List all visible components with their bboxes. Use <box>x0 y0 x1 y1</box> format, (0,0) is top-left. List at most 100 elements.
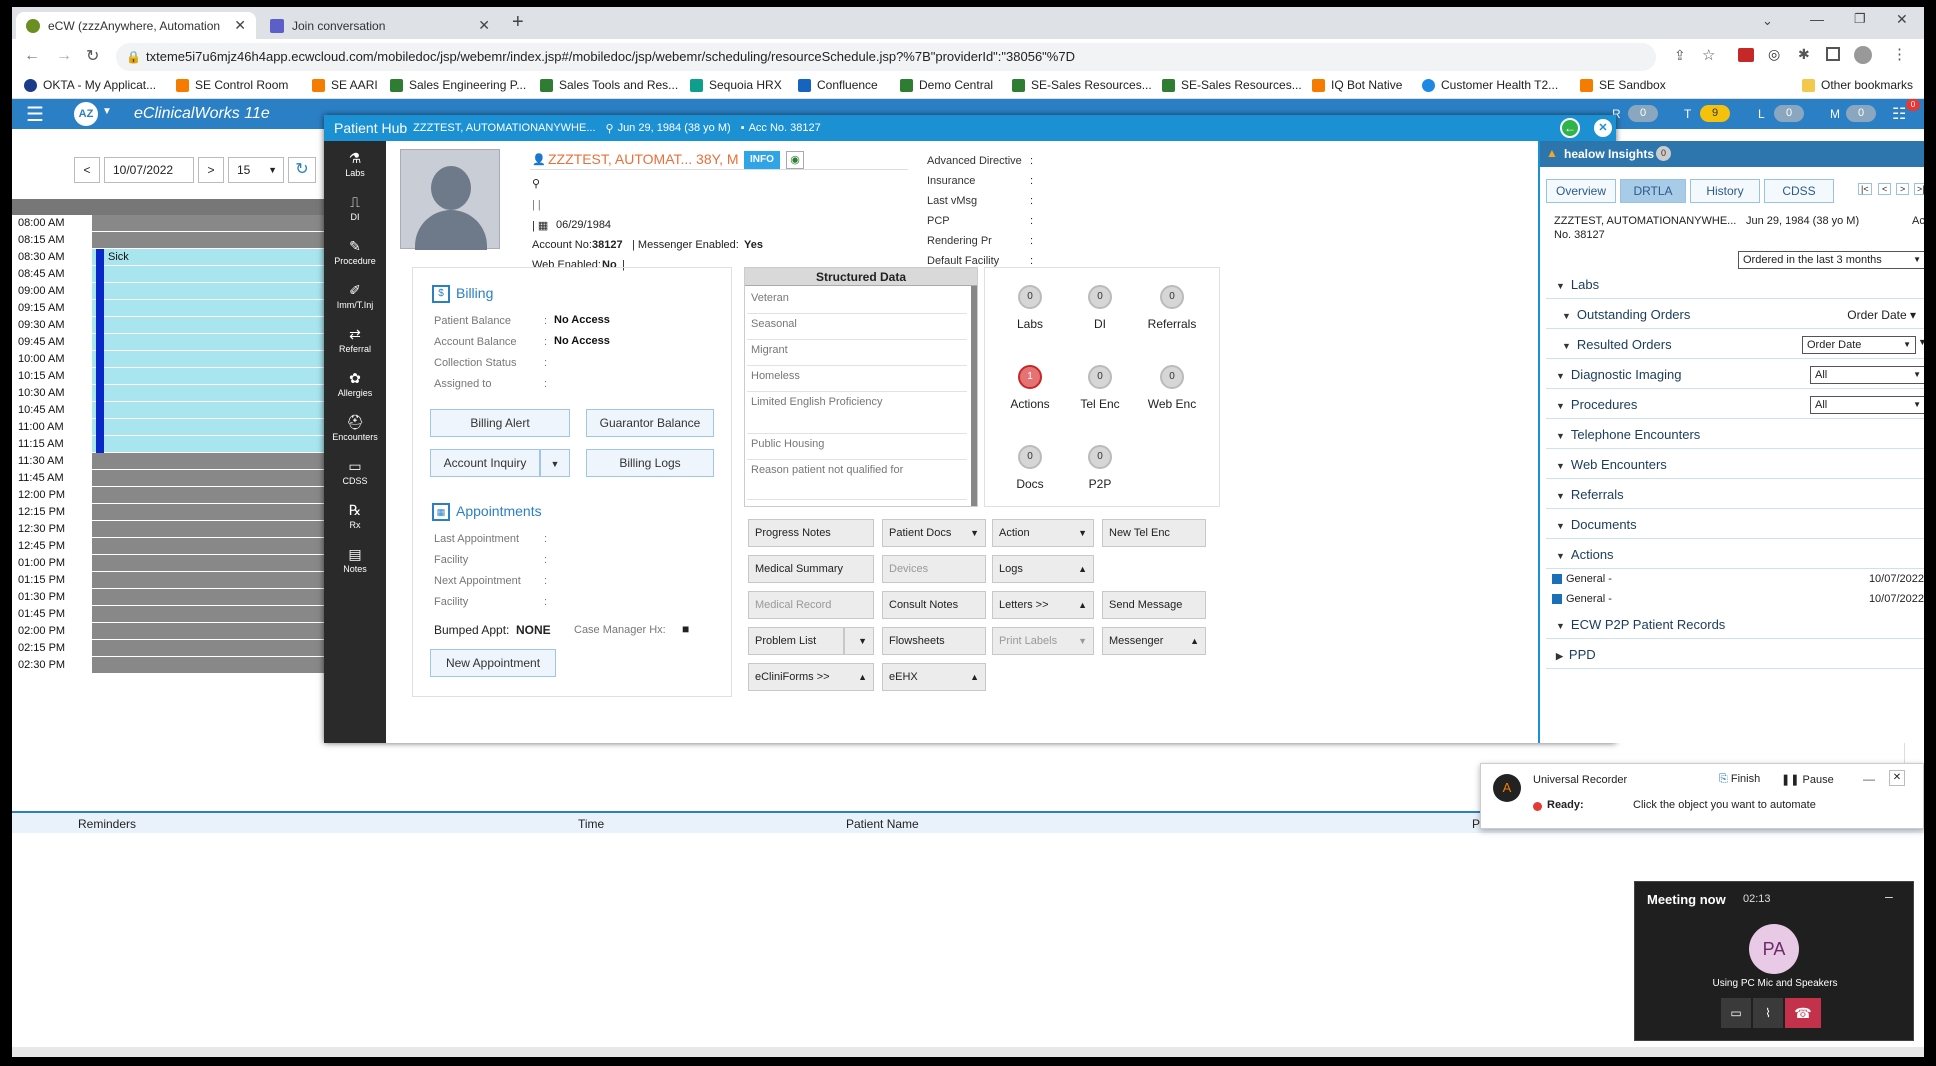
bookmark-iq-bot[interactable]: IQ Bot Native <box>1312 78 1402 92</box>
camera-off-icon[interactable]: ▭ <box>1721 998 1751 1028</box>
counter-labs-badge[interactable]: 0 <box>1018 285 1042 309</box>
interval-select[interactable]: 15 ▼ <box>228 157 284 183</box>
structured-data-item[interactable]: Reason patient not qualified for <box>747 460 967 500</box>
section-p2p-records[interactable]: ▼ ECW P2P Patient Records <box>1546 611 1924 639</box>
url-field[interactable]: 🔒 txteme5i7u6mjz46h4app.ecwcloud.com/mob… <box>116 43 1656 71</box>
ecliniforms-button[interactable]: eCliniForms >> ▲ <box>748 663 874 691</box>
chevron-down-icon[interactable]: ▼ <box>102 106 112 117</box>
bookmark-other[interactable]: Other bookmarks <box>1802 78 1913 92</box>
hamburger-menu-icon[interactable]: ☰ <box>26 102 44 127</box>
prev-page-icon[interactable]: < <box>1878 183 1892 195</box>
close-window-icon[interactable]: ✕ <box>1896 11 1908 28</box>
bookmark-sequoia[interactable]: Sequoia HRX <box>690 78 782 92</box>
bookmark-se-control-room[interactable]: SE Control Room <box>176 78 288 92</box>
info-badge[interactable]: INFO <box>744 151 780 169</box>
diag-filter-select[interactable]: All ▼ <box>1810 366 1924 384</box>
billing-logs-button[interactable]: Billing Logs <box>586 449 714 477</box>
next-page-icon[interactable]: > <box>1896 183 1910 195</box>
badge-t-count[interactable]: 9 <box>1700 105 1730 122</box>
mic-off-icon[interactable]: ⌇ <box>1753 998 1783 1028</box>
counter-label[interactable]: P2P <box>1060 477 1140 491</box>
bookmark-se-sandbox[interactable]: SE Sandbox <box>1580 78 1666 92</box>
medical-summary-button[interactable]: Medical Summary <box>748 555 874 583</box>
extension-icon[interactable]: ◎ <box>1768 46 1780 63</box>
counter-label[interactable]: Referrals <box>1132 317 1212 331</box>
bookmark-confluence[interactable]: Confluence <box>798 78 878 92</box>
refresh-icon[interactable]: ↻ <box>288 157 316 183</box>
letters-button[interactable]: Letters >> ▲ <box>992 591 1094 619</box>
counter-label[interactable]: Web Enc <box>1132 397 1212 411</box>
appointment-block[interactable]: Sick <box>96 249 336 453</box>
first-page-icon[interactable]: |< <box>1858 183 1872 195</box>
forward-icon[interactable]: → <box>56 47 72 65</box>
counter-tel-enc-badge[interactable]: 0 <box>1088 365 1112 389</box>
minimize-icon[interactable]: — <box>1863 772 1875 786</box>
flowsheets-button[interactable]: Flowsheets <box>882 627 986 655</box>
guarantor-balance-button[interactable]: Guarantor Balance <box>586 409 714 437</box>
structured-data-item[interactable]: Limited English Proficiency <box>747 392 967 434</box>
minimize-icon[interactable]: – <box>1885 888 1893 904</box>
section-referrals[interactable]: ▼ Referrals <box>1546 481 1924 509</box>
extensions-puzzle-icon[interactable]: ✱ <box>1798 46 1810 63</box>
close-tab-icon[interactable]: ✕ <box>478 17 490 34</box>
print-labels-button[interactable]: Print Labels ▼ <box>992 627 1094 655</box>
sidebar-item-immtinj[interactable]: ✐ Imm/T.Inj <box>324 279 386 321</box>
problem-list-dropdown[interactable]: ▼ <box>844 627 874 655</box>
logs-button[interactable]: Logs ▲ <box>992 555 1094 583</box>
bookmark-customer-health[interactable]: Customer Health T2... <box>1422 78 1558 92</box>
proc-filter-select[interactable]: All ▼ <box>1810 396 1924 414</box>
close-icon[interactable]: ✕ <box>1594 119 1612 137</box>
structured-data-item[interactable]: Veteran <box>747 288 967 314</box>
action-item[interactable]: General - 10/07/2022 <box>1552 573 1924 591</box>
last-page-icon[interactable]: >| <box>1914 183 1924 195</box>
counter-label[interactable]: Docs <box>990 477 1070 491</box>
minimize-window-icon[interactable]: — <box>1810 11 1824 27</box>
folder-icon[interactable]: ■ <box>682 622 689 636</box>
menu-list-icon[interactable]: ☷ <box>1892 104 1906 124</box>
structured-data-item[interactable]: Seasonal <box>747 314 967 340</box>
next-date-button[interactable]: > <box>198 157 224 183</box>
schedule-date-field[interactable]: 10/07/2022 <box>104 157 194 183</box>
new-tel-enc-button[interactable]: New Tel Enc <box>1102 519 1206 547</box>
eehx-button[interactable]: eEHX ▲ <box>882 663 986 691</box>
col-reminders[interactable]: Reminders <box>78 817 136 831</box>
tab-drtla[interactable]: DRTLA <box>1620 179 1686 203</box>
sidebar-item-allergies[interactable]: ✿ Allergies <box>324 367 386 409</box>
outstanding-sort[interactable]: Order Date ▾ <box>1847 301 1916 329</box>
devices-button[interactable]: Devices <box>882 555 986 583</box>
new-tab-icon[interactable]: + <box>512 11 524 34</box>
section-labs[interactable]: ▼ Labs <box>1546 271 1924 299</box>
counter-p2p-badge[interactable]: 0 <box>1088 445 1112 469</box>
bookmark-se-sales-resources-1[interactable]: SE-Sales Resources... <box>1012 78 1152 92</box>
section-web-encounters[interactable]: ▼ Web Encounters <box>1546 451 1924 479</box>
side-panel-icon[interactable] <box>1826 47 1840 61</box>
back-icon[interactable]: ← <box>24 47 40 65</box>
reload-icon[interactable]: ↻ <box>86 46 99 66</box>
badge-r-count[interactable]: 0 <box>1628 105 1658 122</box>
messenger-button[interactable]: Messenger ▲ <box>1102 627 1206 655</box>
finish-button[interactable]: ⎘ Finish <box>1719 773 1760 786</box>
sidebar-item-encounters[interactable]: ⛑ Encounters <box>324 411 386 453</box>
section-ppd[interactable]: ▶ PPD <box>1546 641 1924 669</box>
close-icon[interactable]: ✕ <box>1889 770 1905 786</box>
counter-web-enc-badge[interactable]: 0 <box>1160 365 1184 389</box>
hang-up-icon[interactable]: ☎ <box>1785 998 1821 1028</box>
counter-di-badge[interactable]: 0 <box>1088 285 1112 309</box>
badge-l-count[interactable]: 0 <box>1774 105 1804 122</box>
sidebar-item-di[interactable]: ⎍ DI <box>324 191 386 233</box>
counter-referrals-badge[interactable]: 0 <box>1160 285 1184 309</box>
browser-tab-join[interactable]: Join conversation ✕ <box>260 12 500 39</box>
new-appointment-button[interactable]: New Appointment <box>430 649 556 677</box>
col-p[interactable]: P <box>1472 817 1480 831</box>
col-time[interactable]: Time <box>578 817 604 831</box>
bookmark-star-icon[interactable]: ☆ <box>1702 46 1715 64</box>
structured-data-item[interactable]: Homeless <box>747 366 967 392</box>
ecw-icon[interactable]: ◉ <box>786 151 804 169</box>
bookmark-sales-engineering[interactable]: Sales Engineering P... <box>390 78 526 92</box>
problem-list-button[interactable]: Problem List <box>748 627 844 655</box>
extension-icon[interactable] <box>1738 48 1754 62</box>
order-range-select[interactable]: Ordered in the last 3 months ▼ <box>1738 251 1924 269</box>
billing-alert-button[interactable]: Billing Alert <box>430 409 570 437</box>
sort-arrow-icon[interactable]: ▼ <box>1918 337 1924 347</box>
counter-docs-badge[interactable]: 0 <box>1018 445 1042 469</box>
